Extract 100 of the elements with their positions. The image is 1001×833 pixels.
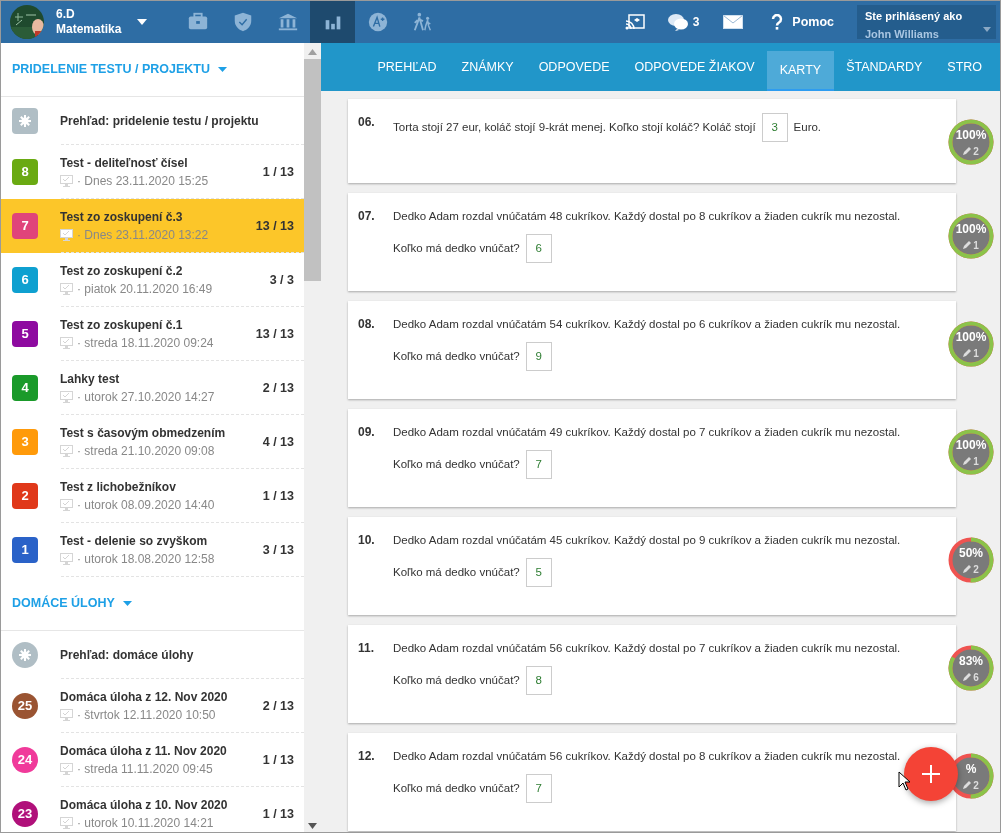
question-text: Dedko Adam rozdal vnúčatám 49 cukríkov. Každý dostal po 7 cukríkov a žiaden cukrík mu nezostal. <box>393 425 901 441</box>
item-title: Test zo zoskupení č.1 <box>60 317 184 334</box>
sidebar-item[interactable]: 5 Test zo zoskupení č.1 · streda 18.11.2020 09:24 13 / 13 <box>1 307 304 361</box>
sidebar-item[interactable]: 1 Test - delenie so zvyškom · utorok 18.08.2020 12:58 3 / 13 <box>1 523 304 577</box>
item-title: Prehľad: domáce úlohy <box>60 647 194 664</box>
answer-field[interactable]: 7 <box>525 774 552 803</box>
tab[interactable]: STRO <box>934 43 995 91</box>
tab[interactable]: PREHĽAD <box>365 43 450 91</box>
caret-icon[interactable] <box>122 601 132 606</box>
caret-icon[interactable] <box>983 27 991 32</box>
scrollbar-thumb[interactable] <box>304 59 321 281</box>
sidebar-item[interactable]: Prehľad: domáce úlohy <box>1 631 304 679</box>
item-score: 3 / 13 <box>262 541 294 559</box>
caret-icon[interactable] <box>217 67 227 72</box>
bank-icon <box>276 11 299 33</box>
attempt-count: 2 <box>973 144 979 159</box>
answer-field[interactable]: 3 <box>761 113 788 142</box>
answer-field[interactable]: 8 <box>525 666 552 695</box>
item-title: Test - delenie so zvyškom <box>60 533 209 550</box>
class-name[interactable]: 6.D <box>56 7 122 22</box>
monitor-icon <box>60 499 73 511</box>
monitor-icon <box>60 391 73 403</box>
item-score: 2 / 13 <box>262 697 294 715</box>
attempt-count: 1 <box>973 346 979 361</box>
number-badge: 24 <box>12 747 38 773</box>
grade-badge-icon <box>366 11 389 33</box>
number-badge: 4 <box>12 375 38 401</box>
question-text: Koľko má dedko vnúčat? <box>393 672 520 688</box>
sidebar-item[interactable]: 23 Domáca úloha z 10. Nov 2020 · utorok 10.11.2020 14:21 1 / 13 <box>1 787 304 832</box>
walking-people-icon <box>411 11 434 33</box>
question-text: Dedko Adam rozdal vnúčatám 48 cukríkov. Každý dostal po 8 cukríkov a žiaden cukrík mu nezostal. <box>393 209 901 225</box>
nav-section-button[interactable] <box>310 1 356 43</box>
score-percent: 100% <box>955 126 987 144</box>
sidebar-item[interactable]: 4 Lahky test · utorok 27.10.2020 14:27 2 / 13 <box>1 361 304 415</box>
subject-name[interactable]: Matematika <box>56 22 122 37</box>
help-icon <box>771 14 784 30</box>
score-percent: % <box>965 760 977 778</box>
section-header[interactable]: DOMÁCE ÚLOHY <box>12 594 115 613</box>
cursor-icon <box>898 771 912 791</box>
monitor-icon <box>60 175 73 187</box>
sidebar-item[interactable]: Prehľad: pridelenie testu / projektu <box>1 97 304 145</box>
item-title: Test zo zoskupení č.3 <box>60 209 184 226</box>
envelope-icon[interactable] <box>723 15 744 29</box>
user-menu[interactable]: Ste prihlásený ako John Williams <box>857 5 996 39</box>
item-title: Prehľad: pridelenie testu / projektu <box>60 113 259 130</box>
scroll-up-icon[interactable] <box>308 49 317 55</box>
chat-icon[interactable] <box>666 13 689 31</box>
item-date: · štvrtok 12.11.2020 10:50 <box>77 707 216 724</box>
sidebar-item[interactable]: 7 Test zo zoskupení č.3 · Dnes 23.11.2020 13:22 13 / 13 <box>1 199 304 253</box>
number-badge: 6 <box>12 267 38 293</box>
item-title: Test z lichobežníkov <box>60 479 177 496</box>
tab[interactable]: ODPOVEDE <box>526 43 622 91</box>
question-text: Koľko má dedko vnúčat? <box>393 780 520 796</box>
caret-icon[interactable] <box>137 19 148 25</box>
score-percent: 100% <box>955 436 987 454</box>
answer-field[interactable]: 9 <box>525 342 552 371</box>
pencil-icon <box>963 147 972 155</box>
help-button[interactable]: Pomoc <box>770 11 835 33</box>
pencil-icon <box>963 565 972 573</box>
item-title: Test s časovým obmedzením <box>60 425 226 442</box>
sidebar-item[interactable]: 3 Test s časovým obmedzením · streda 21.10.2020 09:08 4 / 13 <box>1 415 304 469</box>
sidebar-item[interactable]: 25 Domáca úloha z 12. Nov 2020 · štvrtok 12.11.2020 10:50 2 / 13 <box>1 679 304 733</box>
score-percent: 100% <box>955 328 987 346</box>
scroll-down-icon[interactable] <box>308 823 317 829</box>
question-text: Dedko Adam rozdal vnúčatám 56 cukríkov. Každý dostal po 8 cukríkov a žiaden cukrík mu nezostal. <box>393 749 901 765</box>
question-number: 10. <box>358 532 376 549</box>
sidebar-item[interactable]: 24 Domáca úloha z 11. Nov 2020 · streda 11.11.2020 09:45 1 / 13 <box>1 733 304 787</box>
sidebar-item[interactable]: 6 Test zo zoskupení č.2 · piatok 20.11.2020 16:49 3 / 3 <box>1 253 304 307</box>
attempt-count: 1 <box>973 454 979 469</box>
attempt-count: 6 <box>973 670 979 685</box>
score-percent: 100% <box>955 220 987 238</box>
answer-field[interactable]: 7 <box>525 450 552 479</box>
number-badge: 5 <box>12 321 38 347</box>
item-score: 4 / 13 <box>262 433 294 451</box>
question-text: Dedko Adam rozdal vnúčatám 54 cukríkov. Každý dostal po 6 cukríkov a žiaden cukrík mu nezostal. <box>393 317 901 333</box>
attempt-count: 2 <box>973 562 979 577</box>
item-date: · utorok 10.11.2020 14:21 <box>77 815 214 832</box>
question-number: 09. <box>358 424 376 441</box>
tab[interactable]: ZNÁMKY <box>449 43 527 91</box>
item-score: 1 / 13 <box>262 163 294 181</box>
tab[interactable]: ŠTANDARDY <box>833 43 935 91</box>
pencil-icon <box>963 457 972 465</box>
sidebar-item[interactable]: 2 Test z lichobežníkov · utorok 08.09.2020 14:40 1 / 13 <box>1 469 304 523</box>
monitor-icon <box>60 763 73 775</box>
item-title: Test - deliteľnosť čísel <box>60 155 189 172</box>
section-header[interactable]: PRIDELENIE TESTU / PROJEKTU <box>12 60 210 79</box>
score-percent: 50% <box>959 544 983 562</box>
item-title: Domáca úloha z 10. Nov 2020 <box>60 797 228 814</box>
number-badge: 3 <box>12 429 38 455</box>
item-score: 1 / 13 <box>262 805 294 823</box>
question-number: 06. <box>358 114 376 131</box>
attempt-count: 1 <box>973 238 979 253</box>
answer-field[interactable]: 5 <box>525 558 552 587</box>
cast-icon[interactable] <box>624 14 645 30</box>
answer-field[interactable]: 6 <box>525 234 552 263</box>
monitor-icon <box>60 817 73 829</box>
item-date: · utorok 27.10.2020 14:27 <box>77 389 215 406</box>
question-number: 12. <box>358 748 376 765</box>
tab[interactable]: ODPOVEDE ŽIAKOV <box>622 43 768 91</box>
monitor-icon <box>60 337 73 349</box>
